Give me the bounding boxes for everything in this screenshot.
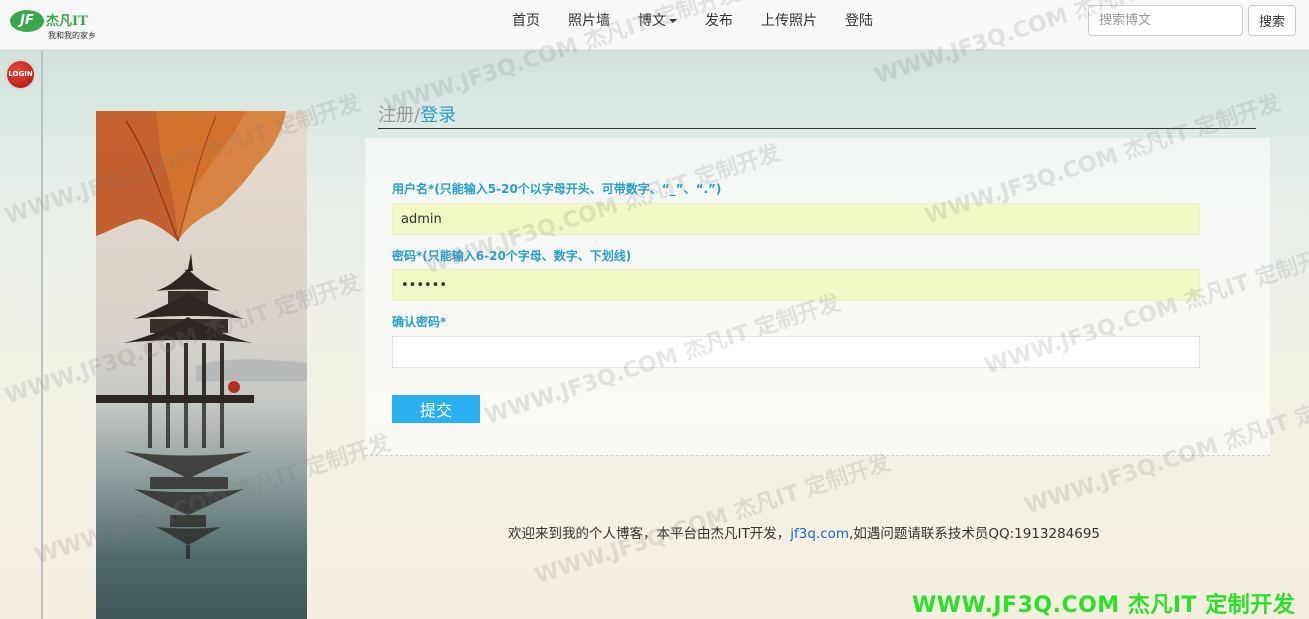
pavilion-illustration (96, 111, 307, 559)
left-sidebar-strip (0, 51, 43, 619)
caret-down-icon (669, 19, 677, 23)
top-navbar: JF 杰凡IT 我和我的家乡 首页 照片墙 博文 发布 上传照片 登陆 搜索 (0, 0, 1309, 50)
footer-text-before: 欢迎来到我的个人博客，本平台由杰凡IT开发， (508, 526, 791, 542)
form-title: 注册/登录 (378, 104, 1256, 129)
password-label: 密码*(只能输入6-20个字母、数字、下划线) (392, 249, 632, 263)
nav-upload-photo-label: 上传照片 (761, 13, 817, 29)
brand-watermark: WWW.JF3Q.COM 杰凡IT 定制开发 (912, 593, 1296, 618)
search-input[interactable] (1088, 5, 1243, 36)
register-tab[interactable]: 注册 (378, 105, 414, 126)
footer-text: 欢迎来到我的个人博客，本平台由杰凡IT开发，jf3q.com,如遇问题请联系技术… (508, 522, 1100, 542)
password-field[interactable] (392, 269, 1200, 301)
nav-upload-photo[interactable]: 上传照片 (747, 0, 831, 50)
footer-text-after: ,如遇问题请联系技术员QQ:1913284695 (849, 526, 1101, 542)
nav-blog-dropdown[interactable]: 博文 (624, 0, 691, 50)
pavilion-lake-banner-image (96, 111, 307, 619)
nav-publish[interactable]: 发布 (691, 0, 747, 50)
logo-mark: JF (10, 10, 44, 32)
watermark: WWW.JF3Q.COM 杰凡IT 定制开发 (531, 450, 894, 590)
search-button[interactable]: 搜索 (1248, 5, 1296, 36)
login-tab[interactable]: 登录 (420, 105, 456, 126)
nav-home-label: 首页 (512, 13, 540, 29)
confirm-password-label: 确认密码* (392, 315, 447, 329)
logo-name: 杰凡IT (46, 14, 88, 29)
footer-link[interactable]: jf3q.com (790, 526, 849, 542)
username-field[interactable] (392, 203, 1200, 235)
logo-slogan: 我和我的家乡 (48, 31, 96, 40)
nav-photo-wall-label: 照片墙 (568, 13, 610, 29)
nav-menu: 首页 照片墙 博文 发布 上传照片 登陆 (498, 0, 887, 50)
submit-button[interactable]: 提交 (392, 395, 480, 423)
username-label: 用户名*(只能输入5-20个以字母开头、可带数字、“_”、“.”) (392, 182, 722, 196)
site-logo[interactable]: JF 杰凡IT 我和我的家乡 (10, 8, 110, 44)
nav-login[interactable]: 登陆 (831, 0, 887, 50)
nav-blog-label: 博文 (638, 13, 666, 29)
nav-publish-label: 发布 (705, 13, 733, 29)
login-badge-icon[interactable]: LOGIN (5, 59, 36, 90)
nav-login-label: 登陆 (845, 13, 873, 29)
nav-home[interactable]: 首页 (498, 0, 554, 50)
nav-photo-wall[interactable]: 照片墙 (554, 0, 624, 50)
confirm-password-field[interactable] (392, 336, 1200, 368)
